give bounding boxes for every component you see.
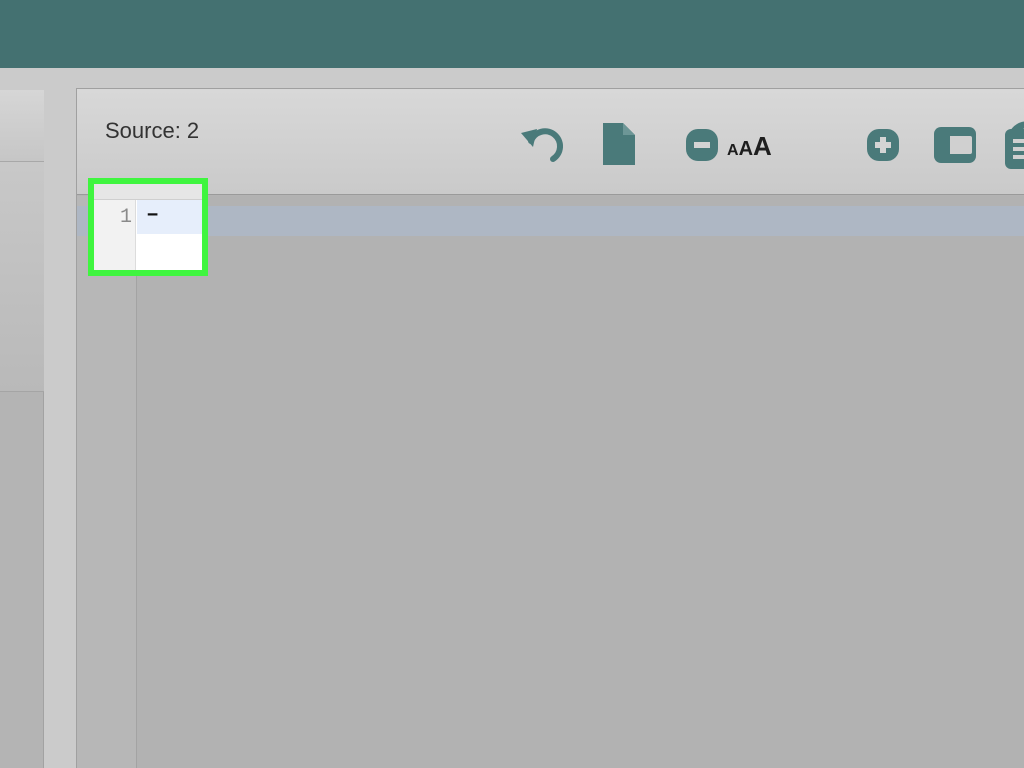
editor-header: Source: 2 AAA [77, 89, 1024, 195]
code-editor[interactable] [77, 196, 1024, 768]
left-panel-header [0, 90, 44, 162]
source-label: Source: 2 [105, 118, 200, 143]
wrap-icon[interactable] [931, 119, 981, 169]
top-bar [0, 0, 1024, 68]
callout-header-strip [94, 184, 202, 200]
line-number-gutter [77, 196, 137, 768]
line-number: 1 [119, 206, 132, 229]
editor-toolbar: AAA [517, 119, 1024, 169]
code-line[interactable]: – [146, 202, 159, 227]
left-panel [0, 90, 44, 768]
new-file-icon[interactable] [597, 119, 641, 169]
highlight-callout: 1 – [88, 178, 208, 276]
undo-icon[interactable] [517, 119, 573, 169]
decrease-font-icon[interactable] [683, 119, 723, 169]
active-line[interactable] [137, 206, 1024, 236]
source-editor-panel: Source: 2 AAA [76, 88, 1024, 768]
list-icon[interactable] [1001, 127, 1024, 171]
left-panel-item[interactable] [0, 162, 44, 392]
font-size-icon: AAA [727, 131, 772, 161]
increase-font-icon[interactable] [865, 119, 905, 169]
